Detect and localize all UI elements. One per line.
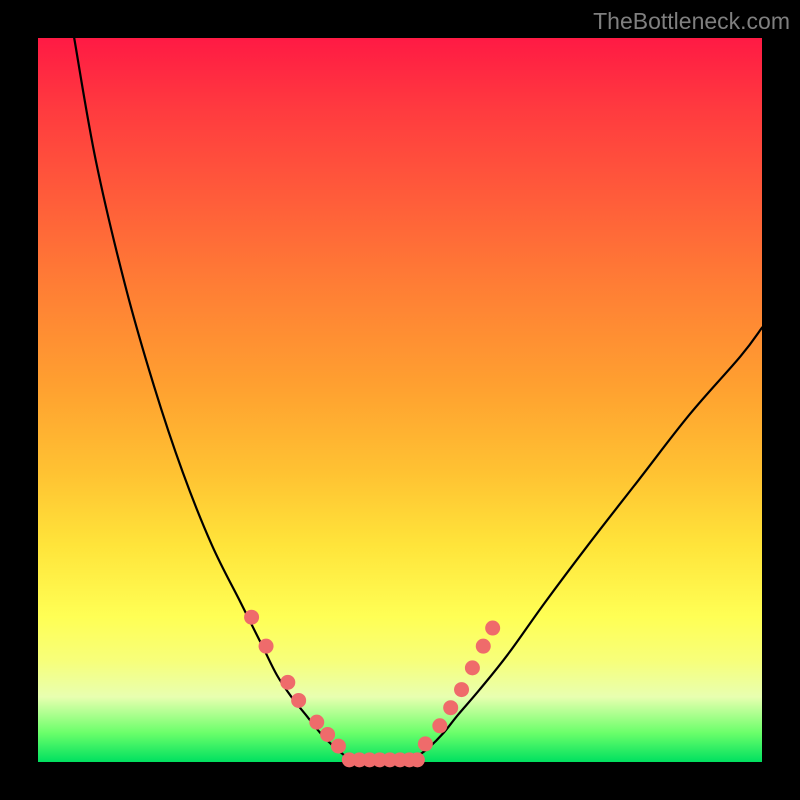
left-marker-6	[331, 739, 346, 754]
left-marker-1	[259, 639, 274, 654]
right-marker-6	[485, 621, 500, 636]
left-marker-0	[244, 610, 259, 625]
right-marker-1	[432, 718, 447, 733]
right-marker-3	[454, 682, 469, 697]
left-marker-5	[320, 727, 335, 742]
left-marker-3	[291, 693, 306, 708]
right-marker-5	[476, 639, 491, 654]
chart-frame: TheBottleneck.com	[0, 0, 800, 800]
left-marker-4	[309, 715, 324, 730]
marker-group	[244, 610, 500, 768]
right-marker-4	[465, 660, 480, 675]
bottleneck-curve	[74, 38, 762, 762]
bottom-bead-7	[410, 752, 425, 767]
plot-area	[38, 38, 762, 762]
chart-svg	[38, 38, 762, 762]
watermark-text: TheBottleneck.com	[593, 8, 790, 35]
right-marker-2	[443, 700, 458, 715]
right-marker-0	[418, 736, 433, 751]
left-marker-2	[280, 675, 295, 690]
curve-group	[74, 38, 762, 762]
